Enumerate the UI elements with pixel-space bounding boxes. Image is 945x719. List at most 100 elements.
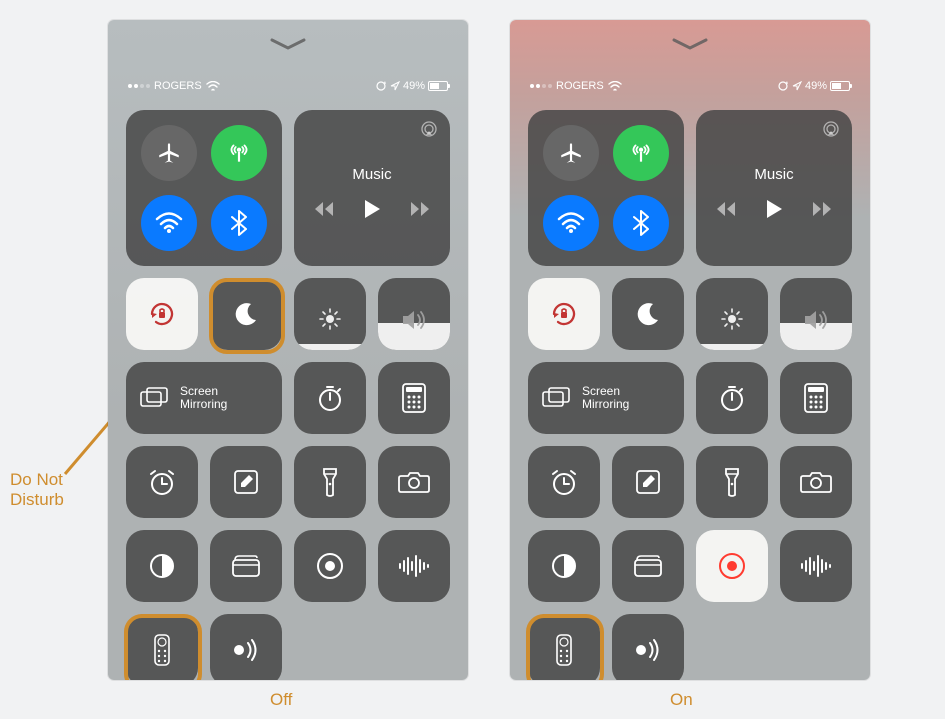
screen-mirroring-button[interactable]: ScreenMirroring xyxy=(528,362,684,434)
voice-memo-button[interactable] xyxy=(378,530,450,602)
close-chevron-icon[interactable] xyxy=(672,38,708,57)
record-icon xyxy=(315,551,345,581)
calculator-button[interactable] xyxy=(780,362,852,434)
airplane-mode-toggle[interactable] xyxy=(141,125,197,181)
antenna-icon xyxy=(226,140,252,166)
prev-track-button[interactable] xyxy=(717,201,739,217)
timer-icon xyxy=(315,383,345,413)
next-track-button[interactable] xyxy=(809,201,831,217)
notes-button[interactable] xyxy=(612,446,684,518)
wallet-button[interactable] xyxy=(612,530,684,602)
cellular-data-toggle[interactable] xyxy=(613,125,669,181)
battery-pct: 49% xyxy=(805,80,827,92)
music-module[interactable]: Music xyxy=(294,110,450,266)
screen-record-button[interactable] xyxy=(696,530,768,602)
notes-button[interactable] xyxy=(210,446,282,518)
wifi-toggle[interactable] xyxy=(141,195,197,251)
status-bar: ROGERS 49% xyxy=(108,78,468,94)
bluetooth-toggle[interactable] xyxy=(211,195,267,251)
orientation-lock-button[interactable] xyxy=(126,278,198,350)
airplane-icon xyxy=(558,140,584,166)
volume-icon xyxy=(803,309,829,336)
screen-record-button[interactable] xyxy=(294,530,366,602)
alarm-button[interactable] xyxy=(126,446,198,518)
dnd-annotation: Do Not Disturb xyxy=(10,470,64,510)
flashlight-button[interactable] xyxy=(294,446,366,518)
calculator-button[interactable] xyxy=(378,362,450,434)
caption-off: Off xyxy=(270,690,292,710)
connectivity-module[interactable] xyxy=(528,110,684,266)
camera-icon xyxy=(800,470,832,494)
wallet-button[interactable] xyxy=(210,530,282,602)
voice-memo-button[interactable] xyxy=(780,530,852,602)
brightness-slider[interactable] xyxy=(696,278,768,350)
alarm-button[interactable] xyxy=(528,446,600,518)
orientation-lock-icon xyxy=(549,299,579,329)
timer-icon xyxy=(717,383,747,413)
brightness-slider[interactable] xyxy=(294,278,366,350)
apple-tv-remote-button[interactable] xyxy=(126,614,198,680)
dark-mode-button[interactable] xyxy=(528,530,600,602)
location-icon xyxy=(792,81,802,91)
phone-off-state: ROGERS 49% xyxy=(108,20,468,680)
carrier-label: ROGERS xyxy=(556,80,604,92)
tap-to-pay-button[interactable] xyxy=(612,614,684,680)
tap-to-pay-button[interactable] xyxy=(210,614,282,680)
connectivity-module[interactable] xyxy=(126,110,282,266)
waveform-icon xyxy=(397,554,431,578)
prev-track-button[interactable] xyxy=(315,201,337,217)
timer-button[interactable] xyxy=(294,362,366,434)
airplane-mode-toggle[interactable] xyxy=(543,125,599,181)
music-title: Music xyxy=(352,166,391,183)
signal-icon xyxy=(128,84,150,88)
camera-icon xyxy=(398,470,430,494)
antenna-icon xyxy=(628,140,654,166)
bluetooth-icon xyxy=(633,210,649,236)
wallet-icon xyxy=(633,554,663,578)
status-bar: ROGERS 49% xyxy=(510,78,870,94)
timer-button[interactable] xyxy=(696,362,768,434)
calculator-icon xyxy=(402,383,426,413)
screen-mirroring-button[interactable]: ScreenMirroring xyxy=(126,362,282,434)
orientation-lock-icon xyxy=(147,299,177,329)
cellular-data-toggle[interactable] xyxy=(211,125,267,181)
camera-button[interactable] xyxy=(780,446,852,518)
waveform-icon xyxy=(799,554,833,578)
lock-dnd-row xyxy=(528,278,684,350)
wifi-toggle[interactable] xyxy=(543,195,599,251)
nfc-icon xyxy=(231,637,261,663)
apple-tv-remote-button[interactable] xyxy=(528,614,600,680)
bluetooth-toggle[interactable] xyxy=(613,195,669,251)
brightness-icon xyxy=(720,307,744,336)
battery-pct: 49% xyxy=(403,80,425,92)
dark-mode-button[interactable] xyxy=(126,530,198,602)
dark-mode-icon xyxy=(550,552,578,580)
volume-icon xyxy=(401,309,427,336)
signal-icon xyxy=(530,84,552,88)
do-not-disturb-button[interactable] xyxy=(612,278,684,350)
airplay-audio-icon[interactable] xyxy=(420,120,438,138)
next-track-button[interactable] xyxy=(407,201,429,217)
notes-icon xyxy=(232,468,260,496)
volume-slider[interactable] xyxy=(780,278,852,350)
airplay-audio-icon[interactable] xyxy=(822,120,840,138)
orientation-lock-icon xyxy=(777,80,789,92)
orientation-lock-button[interactable] xyxy=(528,278,600,350)
flashlight-button[interactable] xyxy=(696,446,768,518)
orientation-lock-icon xyxy=(375,80,387,92)
volume-slider[interactable] xyxy=(378,278,450,350)
screen-mirroring-icon xyxy=(542,387,570,409)
play-button[interactable] xyxy=(363,199,381,219)
screen-mirroring-label: ScreenMirroring xyxy=(582,385,629,411)
do-not-disturb-button[interactable] xyxy=(210,278,282,350)
close-chevron-icon[interactable] xyxy=(270,38,306,57)
play-button[interactable] xyxy=(765,199,783,219)
wifi-icon xyxy=(557,212,585,234)
location-icon xyxy=(390,81,400,91)
calculator-icon xyxy=(804,383,828,413)
remote-icon xyxy=(556,634,572,666)
screen-mirroring-icon xyxy=(140,387,168,409)
moon-icon xyxy=(634,300,662,328)
music-module[interactable]: Music xyxy=(696,110,852,266)
camera-button[interactable] xyxy=(378,446,450,518)
